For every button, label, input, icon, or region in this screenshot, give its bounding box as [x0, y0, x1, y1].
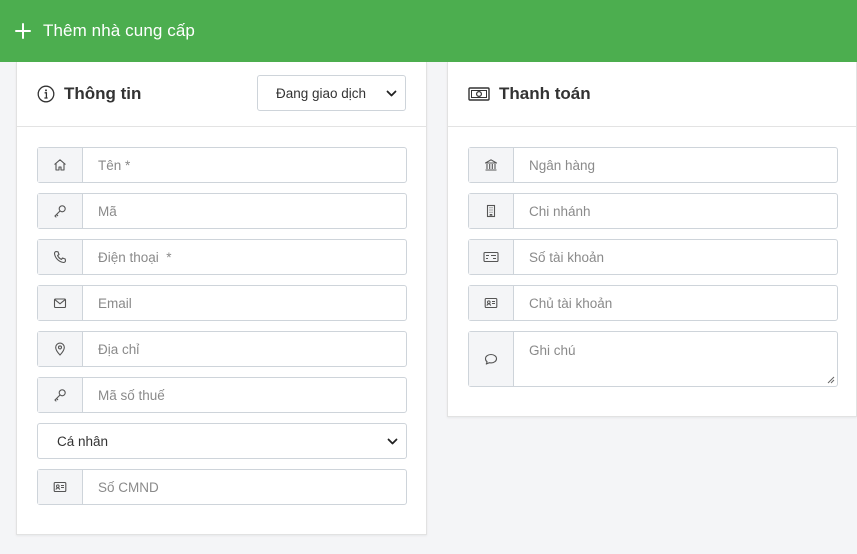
address-input[interactable]: Địa chỉ: [83, 332, 406, 366]
id-card-icon: [469, 286, 514, 320]
payment-card: Thanh toán Ngân hàng Chi nhánh Số tài kh…: [447, 62, 857, 417]
name-field[interactable]: Tên *: [37, 147, 407, 183]
code-field[interactable]: Mã: [37, 193, 407, 229]
code-input[interactable]: Mã: [83, 194, 406, 228]
status-select-value: Đang giao dịch: [276, 85, 367, 101]
info-card-title: Thông tin: [64, 84, 142, 103]
plus-icon: [14, 23, 32, 39]
info-card: Thông tin Đang giao dịch Tên * Mã Điện t…: [16, 62, 427, 535]
home-icon: [38, 148, 83, 182]
money-bill-icon: [468, 85, 490, 103]
id-number-field[interactable]: Số CMND: [37, 469, 407, 505]
credit-card-icon: [469, 240, 514, 274]
payment-card-title: Thanh toán: [499, 84, 591, 103]
bank-input[interactable]: Ngân hàng: [514, 148, 837, 182]
account-number-input[interactable]: Số tài khoản: [514, 240, 837, 274]
bank-icon: [469, 148, 514, 182]
tax-code-field[interactable]: Mã số thuế: [37, 377, 407, 413]
branch-field[interactable]: Chi nhánh: [468, 193, 838, 229]
page-title: Thêm nhà cung cấp: [43, 21, 195, 40]
resize-handle-icon[interactable]: [827, 376, 835, 384]
id-number-input[interactable]: Số CMND: [83, 470, 406, 504]
supplier-type-select[interactable]: Cá nhân: [37, 423, 407, 459]
phone-icon: [38, 240, 83, 274]
payment-card-header: Thanh toán: [448, 62, 856, 127]
account-holder-input[interactable]: Chủ tài khoản: [514, 286, 837, 320]
phone-field[interactable]: Điện thoại *: [37, 239, 407, 275]
page-header: Thêm nhà cung cấp: [0, 0, 857, 62]
name-input[interactable]: Tên *: [83, 148, 406, 182]
account-holder-field[interactable]: Chủ tài khoản: [468, 285, 838, 321]
building-icon: [469, 194, 514, 228]
chevron-down-icon: [387, 436, 398, 447]
phone-input[interactable]: Điện thoại *: [83, 240, 406, 274]
key-icon: [38, 378, 83, 412]
envelope-icon: [38, 286, 83, 320]
map-pin-icon: [38, 332, 83, 366]
note-field[interactable]: Ghi chú: [468, 331, 838, 387]
id-card-icon: [38, 470, 83, 504]
chevron-down-icon: [386, 88, 397, 99]
info-circle-icon: [37, 85, 55, 103]
tax-code-input[interactable]: Mã số thuế: [83, 378, 406, 412]
comment-icon: [469, 332, 514, 386]
note-textarea[interactable]: Ghi chú: [514, 332, 837, 386]
key-icon: [38, 194, 83, 228]
status-select[interactable]: Đang giao dịch: [257, 75, 406, 111]
supplier-type-value: Cá nhân: [57, 433, 109, 449]
account-number-field[interactable]: Số tài khoản: [468, 239, 838, 275]
email-field[interactable]: Email: [37, 285, 407, 321]
branch-input[interactable]: Chi nhánh: [514, 194, 837, 228]
info-card-header: Thông tin Đang giao dịch: [17, 62, 426, 127]
bank-field[interactable]: Ngân hàng: [468, 147, 838, 183]
email-input[interactable]: Email: [83, 286, 406, 320]
address-field[interactable]: Địa chỉ: [37, 331, 407, 367]
